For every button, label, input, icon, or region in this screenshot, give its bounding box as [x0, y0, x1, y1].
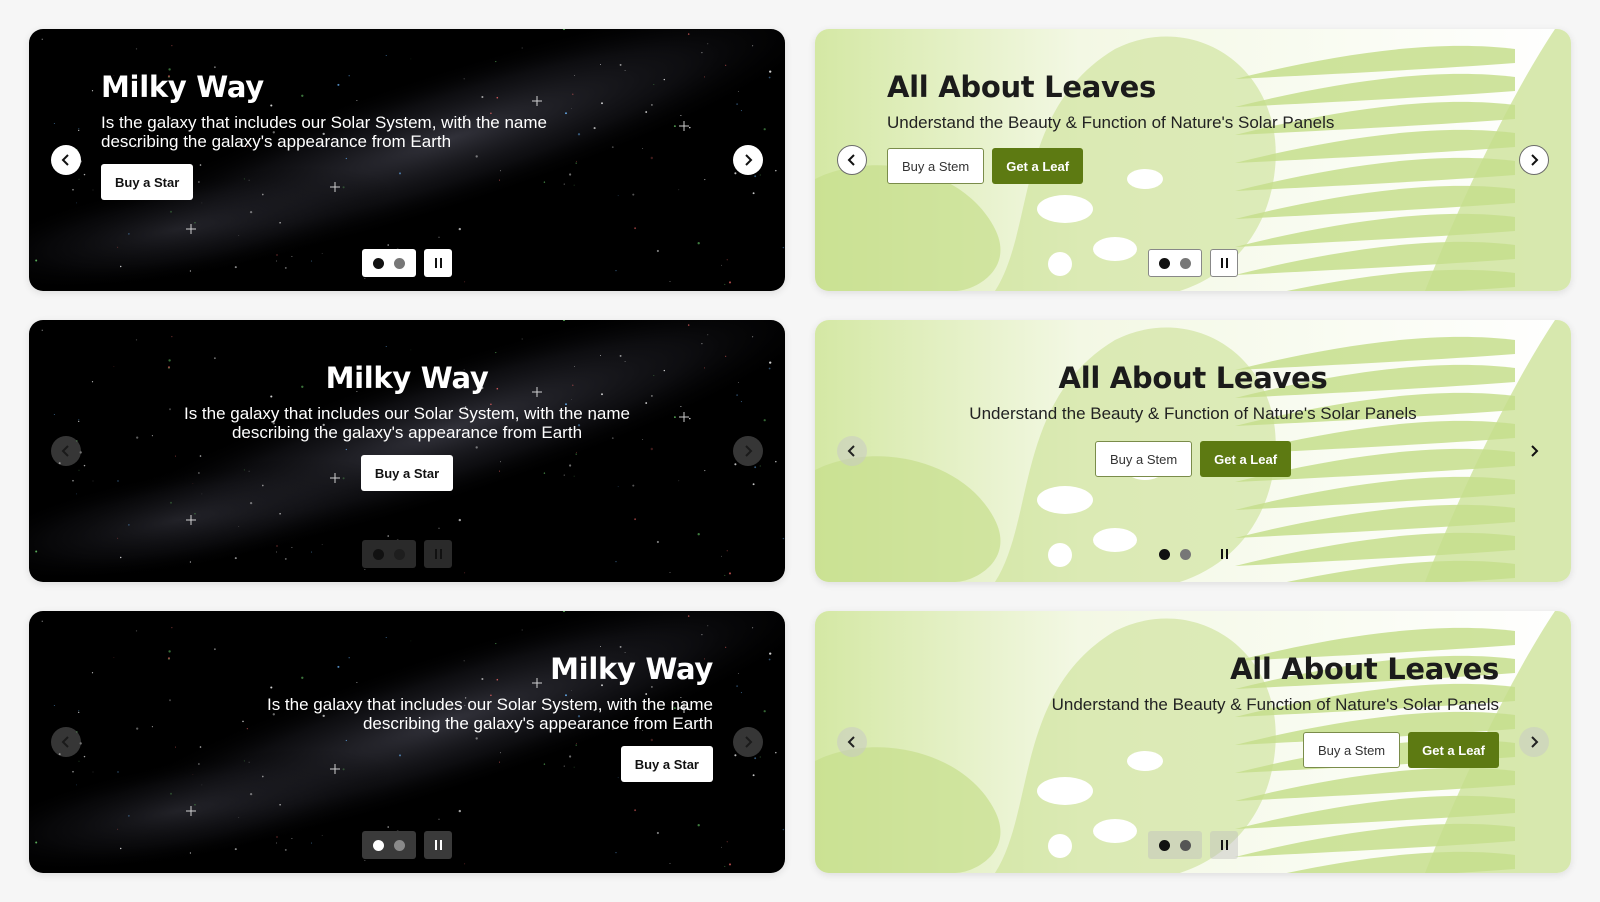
slide-dot-1[interactable] [373, 548, 384, 560]
carousel-controls [29, 249, 785, 277]
slide-indicators [362, 249, 416, 277]
chevron-left-icon [61, 736, 69, 748]
pause-button[interactable] [1210, 249, 1238, 277]
slide-dot-1[interactable] [1159, 257, 1170, 269]
pause-button[interactable] [424, 831, 452, 859]
slide-description: Understand the Beauty & Function of Natu… [1051, 695, 1499, 714]
slide-description: Understand the Beauty & Function of Natu… [887, 113, 1335, 132]
slide-title: Milky Way [550, 652, 713, 686]
slide-title: All About Leaves [887, 70, 1156, 104]
carousel-controls [815, 540, 1571, 568]
slide-content: Milky Way Is the galaxy that includes ou… [101, 358, 713, 491]
carousel-controls [29, 540, 785, 568]
chevron-left-icon [847, 736, 855, 748]
slide-content: All About Leaves Understand the Beauty &… [887, 649, 1499, 768]
chevron-left-icon [847, 154, 855, 166]
slide-indicators [1148, 831, 1202, 859]
slide-description: Understand the Beauty & Function of Natu… [969, 404, 1417, 423]
chevron-right-icon [745, 445, 753, 457]
pause-button[interactable] [1210, 540, 1238, 568]
slide-dot-1[interactable] [373, 257, 384, 269]
next-slide-button[interactable] [1519, 436, 1549, 466]
chevron-right-icon [1531, 154, 1539, 166]
get-a-leaf-button[interactable]: Get a Leaf [1408, 732, 1499, 768]
slide-content: All About Leaves Understand the Beauty &… [887, 358, 1499, 477]
slide-content: All About Leaves Understand the Beauty &… [887, 67, 1499, 184]
pause-button[interactable] [424, 249, 452, 277]
next-slide-button[interactable] [1519, 145, 1549, 175]
carousel-controls [815, 249, 1571, 277]
carousel-controls [815, 831, 1571, 859]
pause-icon [1220, 840, 1223, 850]
buy-a-stem-button[interactable]: Buy a Stem [887, 148, 985, 184]
next-slide-button[interactable] [1519, 727, 1549, 757]
slide-description: Is the galaxy that includes our Solar Sy… [183, 404, 630, 442]
carousel-leaf-right: All About Leaves Understand the Beauty &… [815, 611, 1571, 873]
slide-content: Milky Way Is the galaxy that includes ou… [101, 67, 713, 200]
next-slide-button[interactable] [733, 145, 763, 175]
prev-slide-button[interactable] [837, 727, 867, 757]
carousel-space-right: Milky Way Is the galaxy that includes ou… [29, 611, 785, 873]
slide-dot-2[interactable] [394, 839, 405, 851]
carousel-leaf-center: All About Leaves Understand the Beauty &… [815, 320, 1571, 582]
pause-button[interactable] [1210, 831, 1238, 859]
prev-slide-button[interactable] [51, 727, 81, 757]
slide-description: Is the galaxy that includes our Solar Sy… [101, 113, 548, 151]
slide-indicators [362, 831, 416, 859]
slide-dot-2[interactable] [1180, 257, 1191, 269]
chevron-left-icon [61, 154, 69, 166]
get-a-leaf-button[interactable]: Get a Leaf [1200, 441, 1292, 477]
slide-dot-2[interactable] [1180, 839, 1191, 851]
pause-icon [434, 258, 437, 268]
slide-indicators [1148, 540, 1202, 568]
chevron-right-icon [745, 736, 753, 748]
slide-indicators [362, 540, 416, 568]
buy-a-star-button[interactable]: Buy a Star [620, 746, 713, 782]
pause-icon [1220, 258, 1223, 268]
slide-indicators [1148, 249, 1202, 277]
slide-dot-2[interactable] [1180, 548, 1191, 560]
next-slide-button[interactable] [733, 436, 763, 466]
buy-a-stem-button[interactable]: Buy a Stem [1302, 732, 1401, 768]
next-slide-button[interactable] [733, 727, 763, 757]
slide-description: Is the galaxy that includes our Solar Sy… [266, 695, 713, 733]
carousel-space-left: Milky Way Is the galaxy that includes ou… [29, 29, 785, 291]
chevron-right-icon [745, 154, 753, 166]
slide-title: All About Leaves [1230, 652, 1499, 686]
buy-a-stem-button[interactable]: Buy a Stem [1094, 441, 1193, 477]
slide-title: Milky Way [325, 361, 489, 395]
chevron-right-icon [1531, 736, 1539, 748]
slide-title: All About Leaves [1058, 361, 1328, 395]
chevron-left-icon [61, 445, 69, 457]
carousel-controls [29, 831, 785, 859]
prev-slide-button[interactable] [51, 436, 81, 466]
carousel-leaf-left: All About Leaves Understand the Beauty &… [815, 29, 1571, 291]
slide-dot-1[interactable] [1159, 839, 1170, 851]
buy-a-star-button[interactable]: Buy a Star [101, 164, 194, 200]
buy-a-star-button[interactable]: Buy a Star [360, 455, 454, 491]
carousel-space-center: Milky Way Is the galaxy that includes ou… [29, 320, 785, 582]
pause-button[interactable] [424, 540, 452, 568]
pause-icon [1220, 549, 1223, 559]
prev-slide-button[interactable] [51, 145, 81, 175]
slide-content: Milky Way Is the galaxy that includes ou… [101, 649, 713, 782]
slide-dot-1[interactable] [373, 839, 384, 851]
slide-dot-2[interactable] [394, 257, 405, 269]
chevron-right-icon [1531, 445, 1539, 457]
prev-slide-button[interactable] [837, 436, 867, 466]
pause-icon [434, 549, 437, 559]
slide-dot-1[interactable] [1159, 548, 1170, 560]
slide-dot-2[interactable] [394, 548, 405, 560]
get-a-leaf-button[interactable]: Get a Leaf [992, 148, 1084, 184]
slide-title: Milky Way [101, 70, 264, 104]
pause-icon [434, 840, 437, 850]
chevron-left-icon [847, 445, 855, 457]
prev-slide-button[interactable] [837, 145, 867, 175]
